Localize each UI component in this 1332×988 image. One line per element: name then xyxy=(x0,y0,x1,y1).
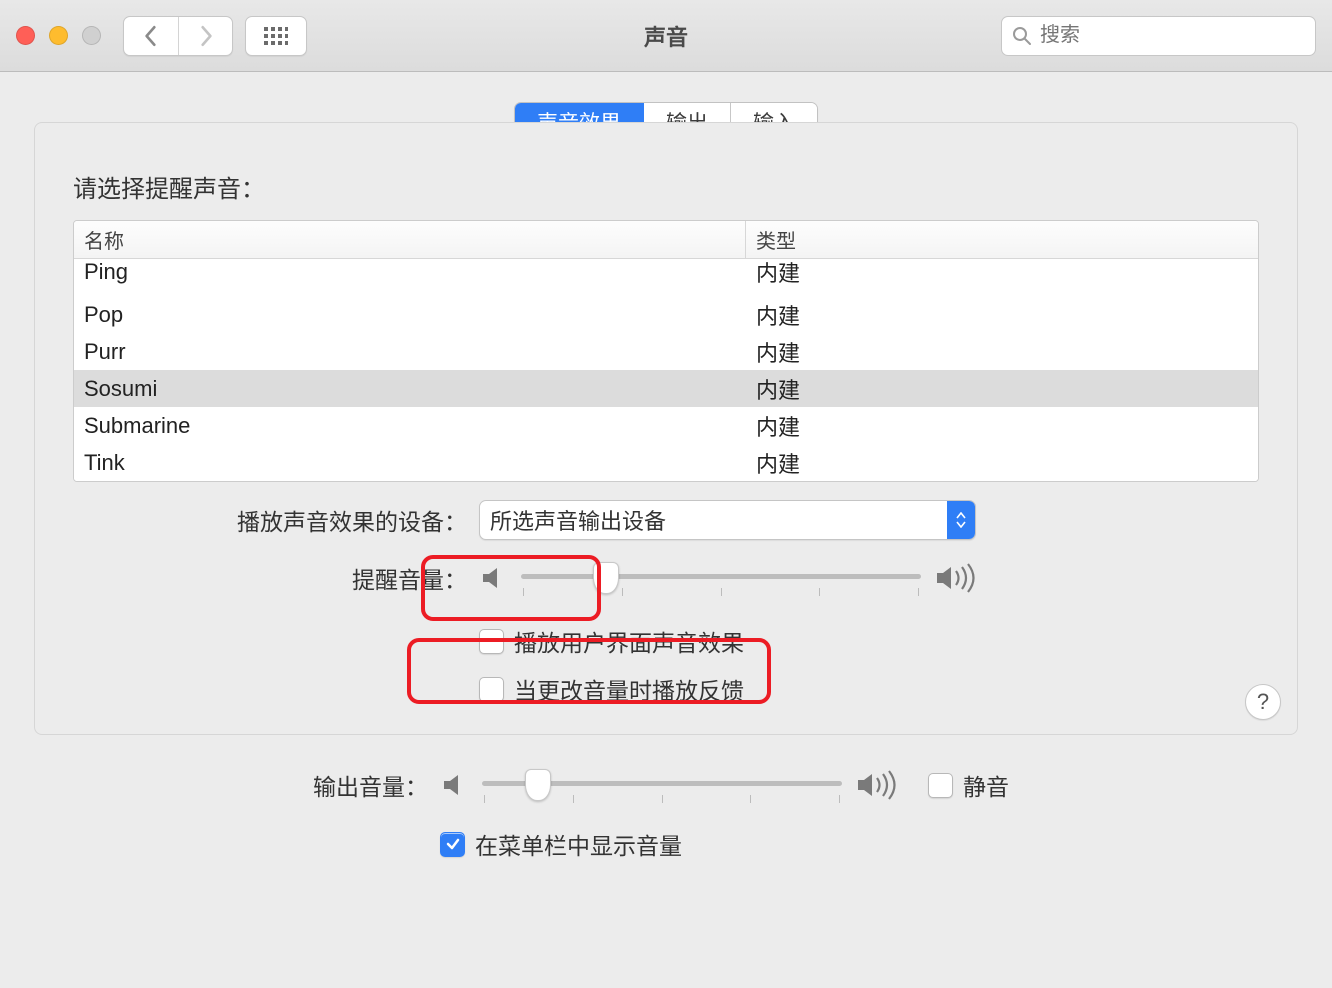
sound-effects-panel: 请选择提醒声音： 名称 类型 Ping内建Pop内建Purr内建Sosumi内建… xyxy=(34,122,1298,735)
checkbox-label: 播放用户界面声音效果 xyxy=(514,624,744,658)
table-row[interactable]: Purr内建 xyxy=(74,333,1258,370)
play-device-popup[interactable]: 所选声音输出设备 xyxy=(479,500,976,540)
play-ui-sounds-row[interactable]: 播放用户界面声音效果 xyxy=(479,624,744,658)
cell-name: Pop xyxy=(74,302,746,328)
checkbox-label: 当更改音量时播放反馈 xyxy=(514,672,744,706)
alert-volume-slider[interactable] xyxy=(521,558,921,598)
speaker-quiet-icon xyxy=(479,564,507,592)
table-row[interactable]: Tink内建 xyxy=(74,444,1258,481)
col-type[interactable]: 类型 xyxy=(746,221,1258,258)
help-icon: ? xyxy=(1257,689,1269,715)
checkbox-label: 静音 xyxy=(963,768,1009,802)
play-device-label: 播放声音效果的设备： xyxy=(73,503,479,537)
zoom-window-button[interactable] xyxy=(82,26,101,45)
checkbox[interactable] xyxy=(479,677,504,702)
checkbox[interactable] xyxy=(479,629,504,654)
forward-button[interactable] xyxy=(178,17,232,55)
alert-volume-label: 提醒音量： xyxy=(73,561,479,595)
checkbox[interactable] xyxy=(440,832,465,857)
cell-type: 内建 xyxy=(746,410,1258,442)
play-feedback-row[interactable]: 当更改音量时播放反馈 xyxy=(479,672,744,706)
cell-type: 内建 xyxy=(746,299,1258,331)
output-volume-slider[interactable] xyxy=(482,765,842,805)
search-input[interactable] xyxy=(1040,24,1305,47)
table-row[interactable]: Submarine内建 xyxy=(74,407,1258,444)
cell-name: Purr xyxy=(74,339,746,365)
cell-type: 内建 xyxy=(746,259,1258,288)
cell-type: 内建 xyxy=(746,447,1258,479)
speaker-loud-icon xyxy=(856,769,900,801)
search-icon xyxy=(1012,26,1032,46)
search-field[interactable] xyxy=(1001,16,1316,56)
cell-type: 内建 xyxy=(746,373,1258,405)
table-row[interactable]: Pop内建 xyxy=(74,296,1258,333)
table-body: Ping内建Pop内建Purr内建Sosumi内建Submarine内建Tink… xyxy=(74,259,1258,481)
show-in-menubar-row[interactable]: 在菜单栏中显示音量 xyxy=(440,827,682,861)
speaker-quiet-icon xyxy=(440,771,468,799)
help-button[interactable]: ? xyxy=(1245,684,1281,720)
cell-name: Ping xyxy=(74,259,746,285)
checkbox-label: 在菜单栏中显示音量 xyxy=(475,827,682,861)
table-header: 名称 类型 xyxy=(74,221,1258,259)
cell-type: 内建 xyxy=(746,336,1258,368)
show-all-button[interactable] xyxy=(245,16,307,56)
speaker-loud-icon xyxy=(935,562,979,594)
table-row[interactable]: Sosumi内建 xyxy=(74,370,1258,407)
close-window-button[interactable] xyxy=(16,26,35,45)
table-row[interactable]: Ping内建 xyxy=(74,259,1258,296)
alert-sounds-table: 名称 类型 Ping内建Pop内建Purr内建Sosumi内建Submarine… xyxy=(73,220,1259,482)
titlebar: 声音 xyxy=(0,0,1332,72)
window-traffic-lights xyxy=(16,26,101,45)
mute-row[interactable]: 静音 xyxy=(928,768,1009,802)
back-button[interactable] xyxy=(124,17,178,55)
minimize-window-button[interactable] xyxy=(49,26,68,45)
cell-name: Tink xyxy=(74,450,746,476)
apps-grid-icon xyxy=(246,17,306,55)
output-volume-label: 输出音量： xyxy=(34,768,440,802)
cell-name: Submarine xyxy=(74,413,746,439)
nav-back-forward xyxy=(123,16,233,56)
checkbox[interactable] xyxy=(928,773,953,798)
updown-arrows-icon xyxy=(947,501,975,539)
cell-name: Sosumi xyxy=(74,376,746,402)
col-name[interactable]: 名称 xyxy=(74,221,746,258)
select-alert-sound-label: 请选择提醒声音： xyxy=(73,169,1259,204)
window-title: 声音 xyxy=(644,20,688,52)
popup-value: 所选声音输出设备 xyxy=(490,504,666,536)
